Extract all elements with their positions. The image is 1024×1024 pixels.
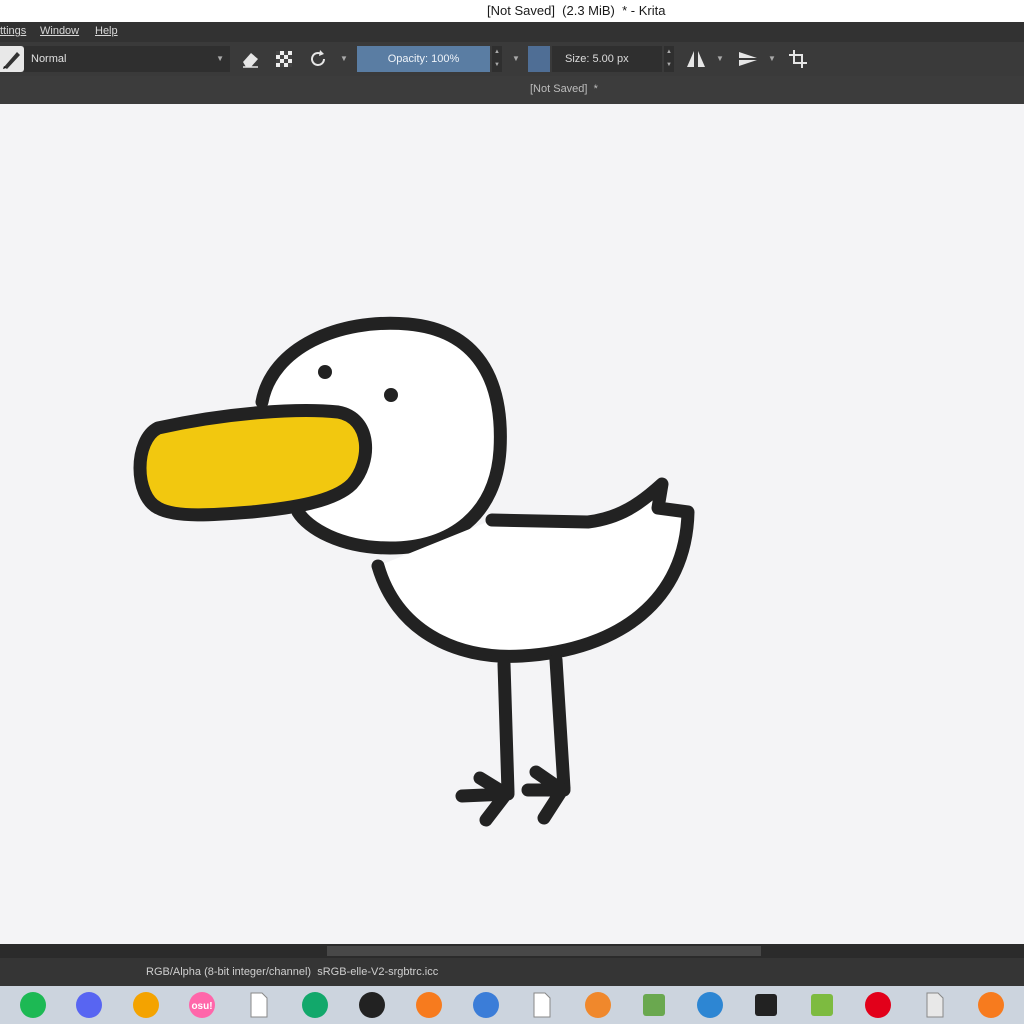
eraser-icon [243, 53, 258, 68]
duck-beak [133, 404, 373, 522]
vscode-icon [697, 992, 723, 1018]
reload-preset-icon [311, 50, 325, 66]
spotify-icon [20, 992, 46, 1018]
pen-preset-icon [3, 52, 20, 69]
mirror-horizontal-icon [687, 51, 705, 67]
color-profile-info: RGB/Alpha (8-bit integer/channel) sRGB-e… [146, 966, 439, 978]
unity-icon [755, 994, 777, 1016]
krita-taskbar-icon [926, 992, 944, 1018]
taskbar-osu-button[interactable]: osu! [186, 989, 218, 1021]
taskbar-minecraft-button[interactable] [638, 989, 670, 1021]
audacity-icon [133, 992, 159, 1018]
reload-preset-button[interactable] [305, 46, 331, 72]
osu-label: osu! [191, 1001, 212, 1012]
menu-help[interactable]: Help [95, 25, 118, 37]
menu-window[interactable]: Window [40, 25, 79, 37]
opacity-options-dropdown[interactable]: ▼ [511, 46, 521, 72]
menu-bar: ttings Window Help [0, 22, 1024, 42]
drawing-canvas[interactable] [0, 104, 1024, 944]
chevron-down-icon: ▼ [216, 54, 224, 63]
opacity-spinner[interactable]: ▲ ▼ [492, 46, 502, 72]
blend-mode-select[interactable]: Normal ▼ [24, 46, 230, 72]
preserve-alpha-button[interactable] [271, 46, 297, 72]
taskbar-fl-studio-button[interactable] [413, 989, 445, 1021]
minecraft-icon [643, 994, 665, 1016]
scrollbar-thumb[interactable] [327, 946, 761, 956]
duck-eye-left [318, 365, 332, 379]
opacity-slider[interactable]: Opacity: 100% [357, 46, 490, 72]
mirror-horizontal-button[interactable] [683, 46, 709, 72]
opacity-label: Opacity: 100% [387, 53, 460, 65]
reload-options-dropdown[interactable]: ▼ [339, 46, 349, 72]
duck-eye-right [384, 388, 398, 402]
taskbar-file-button[interactable] [242, 989, 274, 1021]
document-tab[interactable]: [Not Saved] * [530, 83, 598, 95]
taskbar-chart-app-button[interactable] [806, 989, 838, 1021]
size-label: Size: 5.00 px [565, 53, 629, 65]
foreground-color-swatch[interactable] [528, 46, 550, 72]
mirror-vertical-button[interactable] [735, 46, 761, 72]
ghost-icon [533, 992, 551, 1018]
blender-icon [585, 992, 611, 1018]
checker-alpha-icon [276, 51, 292, 67]
taskbar-heart-pixel-button[interactable] [356, 989, 388, 1021]
taskbar-globe-button[interactable] [470, 989, 502, 1021]
taskbar-blender-button[interactable] [582, 989, 614, 1021]
menu-settings[interactable]: ttings [0, 25, 26, 37]
window-title: [Not Saved] (2.3 MiB) * - Krita [487, 3, 666, 18]
wraparound-button[interactable] [785, 46, 811, 72]
title-bar: [Not Saved] (2.3 MiB) * - Krita [0, 0, 1024, 22]
document-tab-bar: [Not Saved] * [0, 76, 1024, 104]
app-green-icon [302, 992, 328, 1018]
osu-icon: osu! [189, 992, 215, 1018]
brush-preset-button[interactable] [0, 46, 24, 72]
heart-pixel-icon [359, 992, 385, 1018]
size-spinner[interactable]: ▲ ▼ [664, 46, 674, 72]
duck-drawing [133, 316, 695, 827]
mirror-vertical-icon [739, 52, 757, 66]
crop-wrap-icon [789, 50, 807, 68]
duck-leg-left [497, 657, 515, 799]
eraser-button[interactable] [237, 46, 263, 72]
mirror-v-options-dropdown[interactable]: ▼ [767, 46, 777, 72]
blend-mode-value: Normal [31, 53, 67, 65]
chart-app-icon [811, 994, 833, 1016]
taskbar-unity-button[interactable] [750, 989, 782, 1021]
duck-leg-right [549, 653, 571, 795]
file-icon [250, 992, 268, 1018]
taskbar-krita-taskbar-button[interactable] [918, 989, 950, 1021]
mirror-h-options-dropdown[interactable]: ▼ [715, 46, 725, 72]
taskbar-vscode-button[interactable] [694, 989, 726, 1021]
status-bar: RGB/Alpha (8-bit integer/channel) sRGB-e… [0, 958, 1024, 986]
fl-studio-icon-2 [978, 992, 1004, 1018]
taskbar-fl-studio-icon-2-button[interactable] [975, 989, 1007, 1021]
duck-foot-left [455, 771, 515, 827]
taskbar-ghost-button[interactable] [525, 989, 557, 1021]
taskbar-spotify-button[interactable] [17, 989, 49, 1021]
discord-icon [76, 992, 102, 1018]
taskbar-red-app-button[interactable] [862, 989, 894, 1021]
fl-studio-icon [416, 992, 442, 1018]
brush-toolbar: Normal ▼ ▼ Opacity: 100% ▲ ▼ ▼ Size: 5.00… [0, 42, 1024, 76]
globe-icon [473, 992, 499, 1018]
taskbar-app-green-button[interactable] [299, 989, 331, 1021]
red-app-icon [865, 992, 891, 1018]
taskbar-discord-button[interactable] [73, 989, 105, 1021]
taskbar-audacity-button[interactable] [130, 989, 162, 1021]
horizontal-scrollbar[interactable] [0, 944, 1024, 958]
taskbar: osu! [0, 986, 1024, 1024]
brush-size-slider[interactable]: Size: 5.00 px [552, 46, 662, 72]
